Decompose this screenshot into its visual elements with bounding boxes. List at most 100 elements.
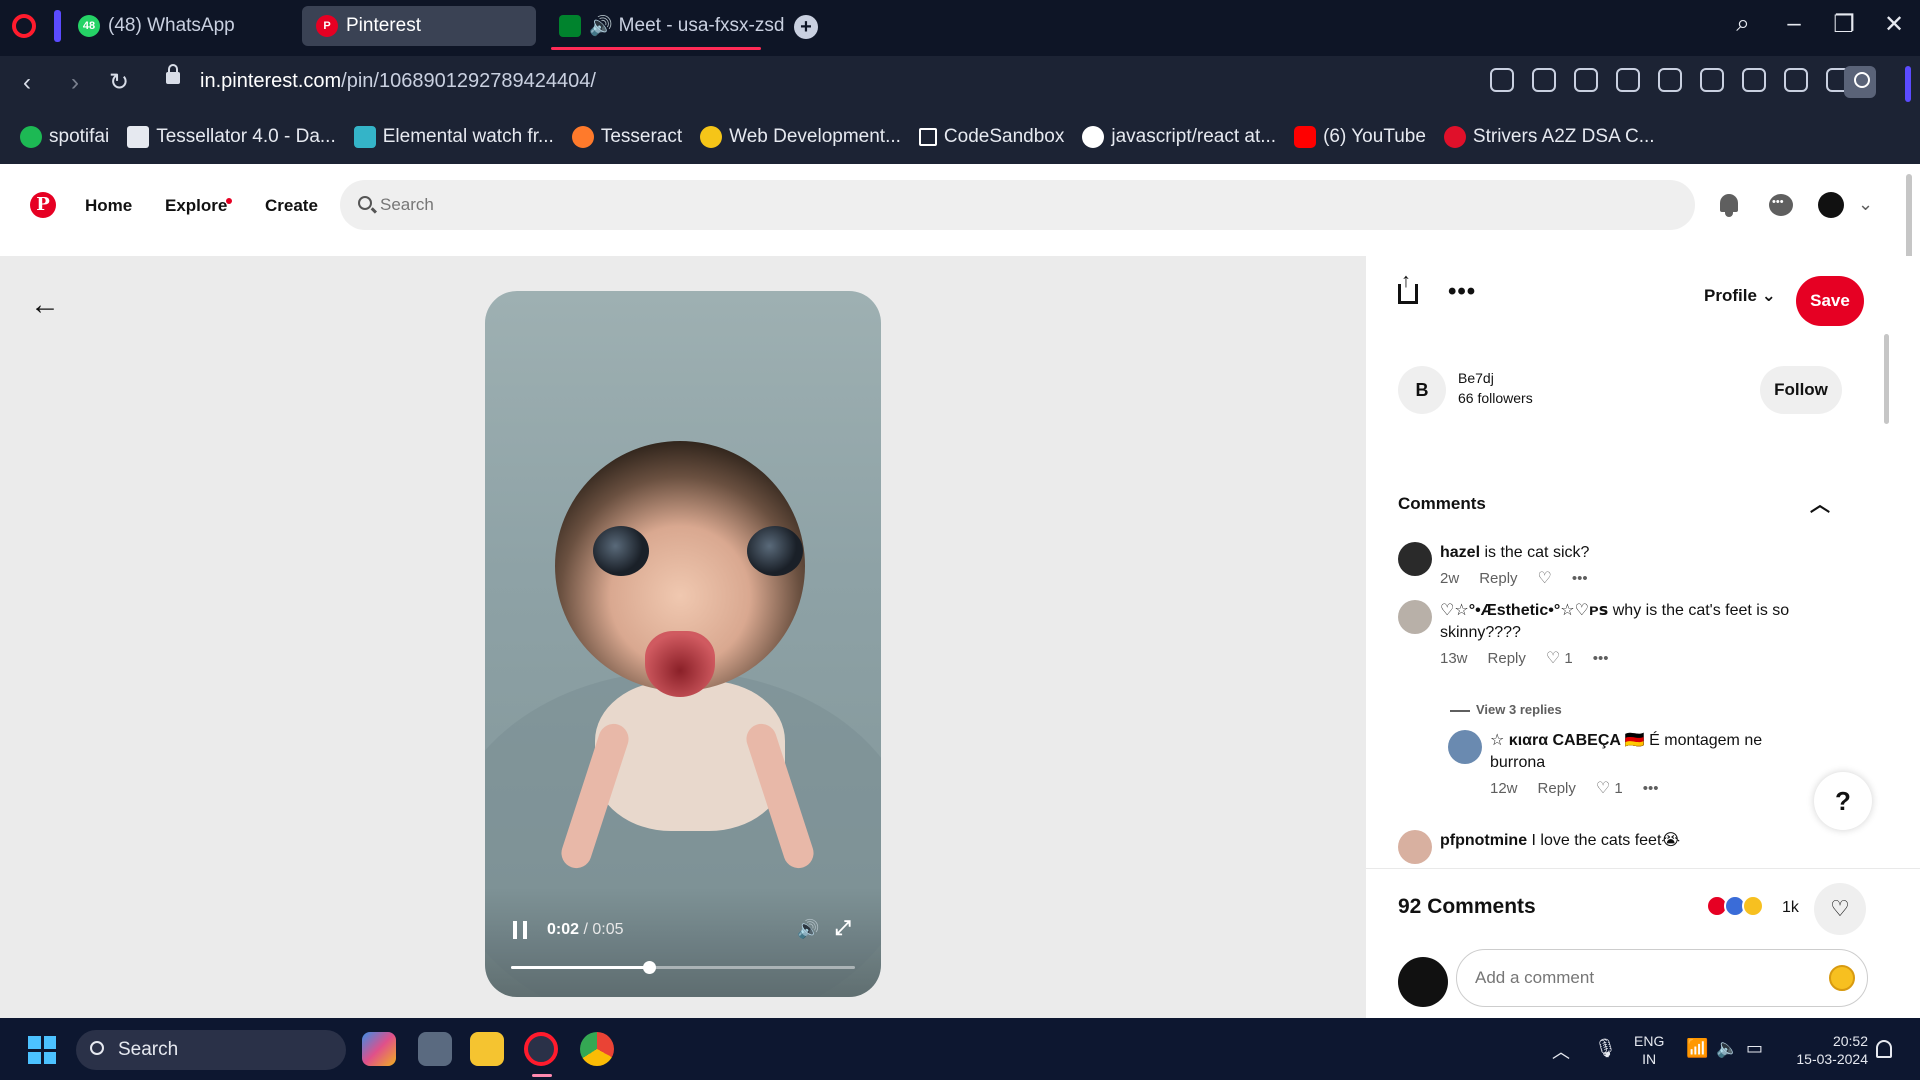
profile-icon[interactable] [1844,66,1876,98]
url-field[interactable]: in.pinterest.com/pin/1068901292789424404… [200,70,596,93]
active-app-indicator [532,1074,552,1077]
lens-icon[interactable] [1490,68,1514,92]
bookmark-youtube[interactable]: (6) YouTube [1294,126,1426,148]
camera-icon[interactable] [1574,68,1598,92]
volume-icon[interactable]: 🔈 [1716,1038,1738,1059]
back-icon[interactable]: ‹ [14,70,40,96]
bookmark-strivers[interactable]: Strivers A2Z DSA C... [1443,126,1655,148]
board-select[interactable]: Profile ⌄ [1704,286,1776,306]
tab-meet[interactable]: 🔊 Meet - usa-fxsx-zsd [545,6,785,46]
comment-input-box[interactable] [1456,949,1868,1007]
like-heart-icon[interactable]: ♡ [1538,568,1552,588]
pin-video[interactable]: 0:02 / 0:05 🔊 ⤢ [485,291,881,997]
chevron-up-icon[interactable]: ︿ [1810,488,1830,517]
tab-whatsapp[interactable]: 48 (48) WhatsApp [64,6,294,46]
comment-username[interactable]: ♡☆°•Æsthetic•°☆♡ᴘꜱ [1440,602,1608,619]
comment-more-icon[interactable]: ••• [1643,780,1659,797]
search-input[interactable] [380,180,1680,230]
minimize-icon[interactable]: – [1776,10,1812,38]
follow-button[interactable]: Follow [1760,366,1842,414]
author-name[interactable]: Be7dj [1458,370,1494,386]
wifi-icon[interactable]: 📶 [1686,1038,1708,1059]
bookmark-tessellator[interactable]: Tessellator 4.0 - Da... [127,126,336,148]
sidebar-toggle[interactable] [54,10,61,42]
shield-icon[interactable] [1616,68,1640,92]
microphone-icon[interactable]: 🎙 [1594,1038,1617,1059]
heart-icon[interactable] [1700,68,1724,92]
audio-playing-indicator [551,47,761,50]
comment-more-icon[interactable]: ••• [1593,650,1609,667]
duration: / 0:05 [579,921,624,938]
wallet-icon[interactable] [1784,68,1808,92]
nav-create[interactable]: Create [265,196,318,216]
bookmark-github[interactable]: javascript/react at... [1082,126,1276,148]
reply-button[interactable]: Reply [1479,570,1517,587]
video-progress-slider[interactable] [511,961,855,974]
commenter-avatar[interactable] [1398,830,1432,864]
fullscreen-icon[interactable]: ⤢ [835,917,851,940]
battery-icon[interactable]: ▭ [1746,1038,1763,1059]
clock[interactable]: 20:52 15-03-2024 [1786,1032,1868,1068]
copilot-icon[interactable] [362,1032,396,1066]
comment-more-icon[interactable]: ••• [1572,570,1588,587]
video-progress-knob[interactable] [642,961,656,974]
like-button[interactable]: ♡ 1 [1596,778,1623,798]
save-button[interactable]: Save [1796,276,1864,326]
new-tab-button[interactable]: + [794,15,818,39]
bookmark-elemental[interactable]: Elemental watch fr... [353,126,554,148]
comment-username[interactable]: pfpnotmine [1440,832,1527,849]
reply-button[interactable]: Reply [1488,650,1526,667]
reaction-summary[interactable] [1706,895,1764,917]
windows-start-icon[interactable] [28,1036,56,1064]
notification-center-icon[interactable] [1876,1040,1892,1058]
reply-button[interactable]: Reply [1538,780,1576,797]
like-button[interactable]: ♡ 1 [1546,648,1573,668]
tray-overflow-chevron-icon[interactable]: ︿ [1552,1038,1570,1064]
pause-icon[interactable] [513,921,527,939]
notifications-bell-icon[interactable] [1716,192,1742,218]
more-options-icon[interactable]: ••• [1448,278,1476,306]
user-avatar[interactable] [1818,192,1844,218]
commenter-avatar[interactable] [1448,730,1482,764]
bookmark-spotifai[interactable]: spotifai [20,126,109,148]
comment-username[interactable]: ☆ κιαrα CABEÇA 🇩🇪 [1490,732,1645,749]
comment-username[interactable]: hazel [1440,544,1480,561]
nav-home[interactable]: Home [85,196,132,216]
reload-icon[interactable]: ↻ [106,70,132,96]
bookmark-codesandbox[interactable]: CodeSandbox [918,126,1064,148]
share-icon[interactable] [1398,270,1418,304]
language-indicator[interactable]: ENG IN [1634,1032,1664,1068]
calculator-icon[interactable] [418,1032,452,1066]
bookmark-web-development[interactable]: Web Development... [700,126,901,148]
back-arrow-icon[interactable]: ← [30,288,60,322]
volume-icon[interactable]: 🔊 [797,919,819,940]
author-avatar[interactable]: B [1398,366,1446,414]
taskbar-search[interactable]: Search [76,1030,346,1070]
help-button[interactable]: ? [1814,772,1872,830]
restore-icon[interactable]: ❐ [1826,10,1862,39]
emoji-picker-icon[interactable] [1829,965,1855,991]
edit-icon[interactable] [1532,68,1556,92]
add-comment-input[interactable] [1475,950,1815,1006]
bookmark-tesseract[interactable]: Tesseract [571,126,682,148]
account-chevron-down-icon[interactable]: ⌄ [1858,194,1873,215]
pinterest-logo-icon[interactable]: P [30,192,56,218]
messages-icon[interactable] [1768,192,1794,218]
commenter-avatar[interactable] [1398,600,1432,634]
forward-icon[interactable]: › [62,70,88,96]
nav-explore[interactable]: Explore [165,196,227,216]
react-heart-icon[interactable]: ♡ [1814,883,1866,935]
opera-menu-icon[interactable] [12,14,36,38]
tab-pinterest[interactable]: P Pinterest [302,6,536,46]
send-icon[interactable] [1658,68,1682,92]
close-icon[interactable]: ✕ [1876,10,1912,39]
search-bar[interactable] [340,180,1695,230]
search-tabs-icon[interactable]: ⌕ [1725,10,1761,38]
chrome-icon[interactable] [580,1032,614,1066]
commenter-avatar[interactable] [1398,542,1432,576]
download-icon[interactable] [1742,68,1766,92]
file-explorer-icon[interactable] [470,1032,504,1066]
opera-browser-icon[interactable] [524,1032,558,1066]
panel-scrollbar[interactable] [1884,334,1889,424]
view-replies-link[interactable]: View 3 replies [1450,702,1562,717]
